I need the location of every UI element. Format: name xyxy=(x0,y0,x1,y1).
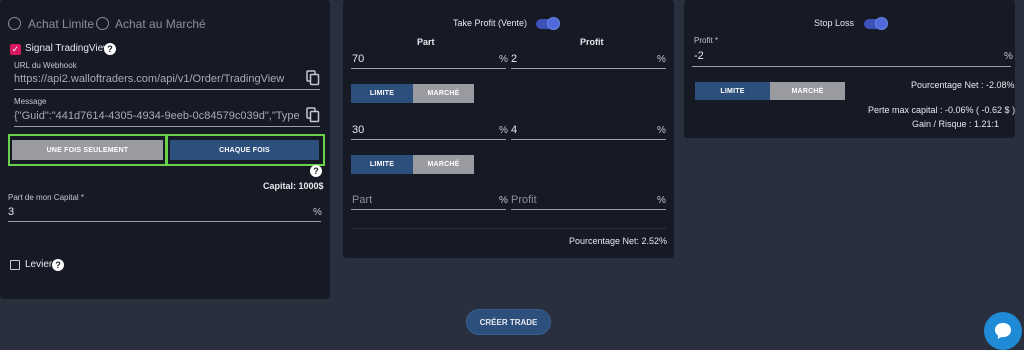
sl-profit-underline xyxy=(692,66,1011,67)
take-profit-panel: Take Profit (Vente) Part Profit 70 % 2 %… xyxy=(343,0,674,258)
help-icon[interactable]: ? xyxy=(310,165,322,177)
stop-loss-toggle[interactable] xyxy=(864,17,888,30)
webhook-url-field[interactable]: https://api2.walloftraders.com/api/v1/Or… xyxy=(14,73,299,85)
percent-unit: % xyxy=(499,54,508,65)
tp2-part-underline xyxy=(351,139,506,140)
percent-unit: % xyxy=(313,207,322,218)
tp3-profit-input[interactable]: Profit xyxy=(511,194,537,206)
message-field[interactable]: {"Guid":"441d7614-4305-4934-9eeb-0c84579… xyxy=(14,110,299,122)
take-profit-toggle[interactable] xyxy=(536,17,560,30)
achat-limite-radio[interactable] xyxy=(8,17,21,30)
capital-part-input[interactable]: 3 xyxy=(8,206,14,218)
message-underline xyxy=(14,126,320,127)
tp3-part-input[interactable]: Part xyxy=(352,194,372,206)
tp1-part-input[interactable]: 70 xyxy=(352,53,364,65)
tp1-profit-input[interactable]: 2 xyxy=(511,53,517,65)
message-label: Message xyxy=(14,97,47,106)
leverage-label: Levier xyxy=(25,259,53,270)
help-icon[interactable]: ? xyxy=(52,259,64,271)
chat-button[interactable] xyxy=(984,312,1022,350)
tp2-profit-underline xyxy=(511,139,666,140)
achat-marche-radio[interactable] xyxy=(96,17,109,30)
once-only-button[interactable]: UNE FOIS SEULEMENT xyxy=(12,140,163,160)
tp2-limit-button[interactable]: LIMITE xyxy=(351,155,413,174)
max-loss-text: Perte max capital : -0.06% ( -0.62 $ ) xyxy=(868,105,1016,115)
capital-text: Capital: 1000$ xyxy=(263,181,324,191)
percent-unit: % xyxy=(657,195,666,206)
part-column-header: Part xyxy=(417,37,435,47)
tp2-profit-input[interactable]: 4 xyxy=(511,124,517,136)
webhook-label: URL du Webhook xyxy=(14,61,77,70)
divider xyxy=(351,228,666,229)
tp1-market-button[interactable]: MARCHÉ xyxy=(413,84,474,103)
order-settings-panel: Achat Limite Achat au Marché ✓ Signal Tr… xyxy=(0,0,330,299)
signal-tradingview-label: Signal TradingView xyxy=(25,43,111,54)
tp1-part-underline xyxy=(351,68,506,69)
gain-risk-text: Gain / Risque : 1.21:1 xyxy=(912,119,1000,129)
help-icon[interactable]: ? xyxy=(104,43,116,55)
sl-net-percentage: Pourcentage Net : -2.08% xyxy=(911,80,1015,90)
profit-column-header: Profit xyxy=(580,37,604,47)
sl-limit-button[interactable]: LIMITE xyxy=(695,82,770,100)
stop-loss-panel: Stop Loss Profit * -2 % Pourcentage Net … xyxy=(684,0,1015,138)
copy-icon[interactable] xyxy=(306,70,320,86)
capital-part-label: Part de mon Capital * xyxy=(8,193,85,202)
signal-tradingview-checkbox[interactable]: ✓ xyxy=(10,44,21,55)
create-trade-button[interactable]: CRÉER TRADE xyxy=(466,309,551,335)
sl-market-button[interactable]: MARCHÉ xyxy=(770,82,845,100)
stop-loss-title: Stop Loss xyxy=(814,18,855,28)
tp-net-percentage: Pourcentage Net: 2.52% xyxy=(569,236,668,246)
tp3-profit-underline xyxy=(511,209,666,210)
percent-unit: % xyxy=(1004,51,1013,62)
percent-unit: % xyxy=(657,125,666,136)
tp3-part-underline xyxy=(351,209,506,210)
copy-icon[interactable] xyxy=(306,107,320,123)
tp2-market-button[interactable]: MARCHÉ xyxy=(413,155,474,174)
webhook-underline xyxy=(14,89,320,90)
sl-profit-input[interactable]: -2 xyxy=(694,50,704,62)
tp1-limit-button[interactable]: LIMITE xyxy=(351,84,413,103)
tp2-part-input[interactable]: 30 xyxy=(352,124,364,136)
percent-unit: % xyxy=(499,195,508,206)
sl-profit-label: Profit * xyxy=(694,36,719,45)
tp1-profit-underline xyxy=(511,68,666,69)
take-profit-title: Take Profit (Vente) xyxy=(453,18,528,28)
percent-unit: % xyxy=(657,54,666,65)
each-time-button[interactable]: CHAQUE FOIS xyxy=(170,140,319,160)
percent-unit: % xyxy=(499,125,508,136)
achat-marche-label[interactable]: Achat au Marché xyxy=(115,17,206,31)
capital-part-underline xyxy=(8,221,321,222)
chat-bubble-icon xyxy=(995,323,1011,339)
achat-limite-label[interactable]: Achat Limite xyxy=(28,17,94,31)
leverage-checkbox[interactable] xyxy=(10,260,20,270)
